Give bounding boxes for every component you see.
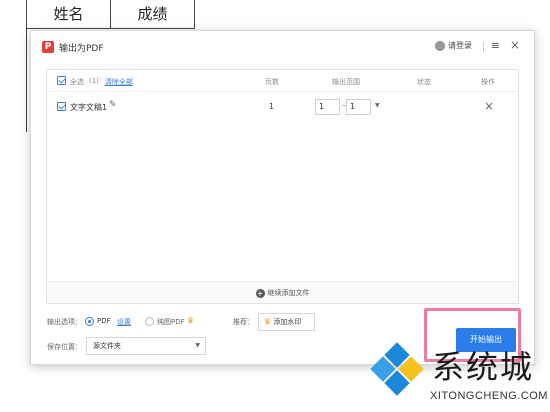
premium-crown-icon: ♛ — [264, 317, 272, 326]
background-spreadsheet: 姓名 成绩 — [26, 0, 195, 29]
titlebar-divider — [483, 42, 484, 52]
chevron-down-icon: ▼ — [195, 342, 200, 349]
column-header-pages: 页数 — [265, 78, 279, 86]
range-to-input[interactable]: 1 — [346, 99, 371, 115]
column-header-range: 输出范围 — [332, 78, 360, 86]
column-header-status: 状态 — [417, 78, 431, 86]
site-watermark-text: 系统城 — [432, 348, 535, 386]
pdf-app-icon: P — [42, 41, 54, 53]
header-cell-name: 姓名 — [26, 0, 111, 29]
recommend-label: 推荐： — [233, 318, 254, 326]
menu-icon[interactable]: ≡ — [491, 39, 500, 52]
export-pdf-dialog: P 输出为PDF 请登录 ≡ × 全选 (1) 清除全部 页数 输出范围 状态 … — [30, 30, 535, 365]
range-from-input[interactable]: 1 — [315, 99, 340, 115]
file-page-count: 1 — [269, 102, 275, 111]
file-row-checkbox[interactable] — [57, 102, 66, 111]
pdf-option-label: PDF — [97, 317, 111, 325]
dialog-title: 输出为PDF — [59, 44, 104, 54]
edit-icon[interactable]: ✎ — [109, 100, 117, 110]
premium-crown-icon: ♛ — [187, 316, 195, 325]
dialog-titlebar: P 输出为PDF 请登录 ≡ × — [31, 31, 534, 65]
image-pdf-radio[interactable] — [145, 317, 154, 326]
user-avatar-icon — [435, 40, 445, 51]
file-list-panel: 全选 (1) 清除全部 页数 输出范围 状态 操作 文字文稿1 ✎ 1 1 ~ … — [46, 69, 519, 304]
plus-icon: + — [255, 289, 265, 298]
site-watermark-logo: 系统城 XITONGCHENG.COM — [360, 338, 550, 412]
close-icon[interactable]: × — [510, 38, 520, 52]
file-name: 文字文稿1 — [70, 103, 108, 112]
add-watermark-label: 添加水印 — [273, 318, 302, 326]
pdf-settings-link[interactable]: 设置 — [117, 317, 131, 327]
pdf-radio[interactable] — [85, 317, 94, 326]
add-more-label: 继续添加文件 — [267, 289, 310, 297]
select-all-label: 全选 — [70, 78, 84, 86]
file-row: 文字文稿1 ✎ 1 1 ~ 1 ▼ × — [47, 96, 518, 118]
login-link[interactable]: 请登录 — [435, 40, 472, 51]
image-pdf-label: 纯图PDF — [157, 318, 185, 326]
login-label: 请登录 — [448, 41, 472, 50]
delete-icon[interactable]: × — [484, 99, 494, 113]
select-all-checkbox[interactable] — [57, 76, 66, 85]
file-list-header: 全选 (1) 清除全部 页数 输出范围 状态 操作 — [47, 70, 518, 92]
save-location-value: 源文件夹 — [93, 342, 121, 350]
add-watermark-button[interactable]: ♛ 添加水印 — [258, 313, 315, 331]
header-cell-score: 成绩 — [110, 0, 195, 29]
column-header-actions: 操作 — [481, 78, 495, 86]
save-location-label: 保存位置： — [47, 343, 82, 351]
save-location-select[interactable]: 源文件夹 ▼ — [86, 337, 206, 355]
output-options-label: 输出选项： — [47, 318, 82, 326]
range-dropdown-icon[interactable]: ▼ — [375, 102, 380, 109]
spreadsheet-gridline — [26, 28, 27, 132]
select-all-count: (1) — [89, 77, 99, 85]
clear-all-link[interactable]: 清除全部 — [105, 77, 133, 87]
add-more-files-button[interactable]: + 继续添加文件 — [47, 281, 518, 303]
site-watermark-domain: XITONGCHENG.COM — [430, 390, 548, 402]
